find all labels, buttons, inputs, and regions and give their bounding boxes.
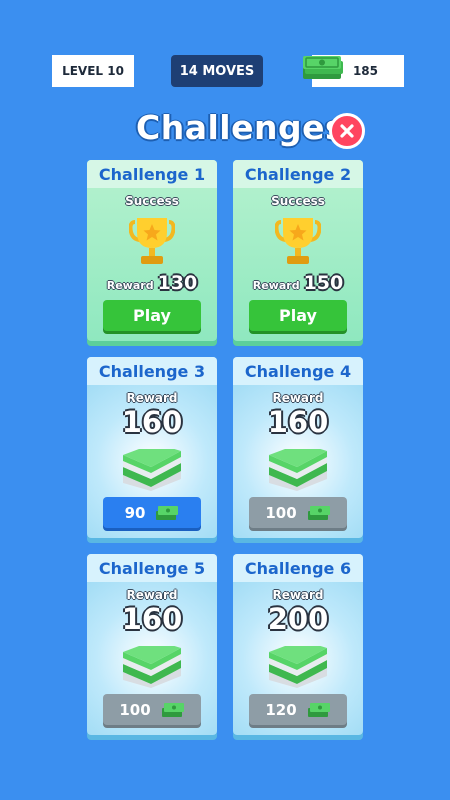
reward-row: Reward 130	[87, 272, 217, 294]
reward-label: Reward	[106, 279, 154, 292]
cash-stack-icon	[269, 449, 327, 491]
challenge-card-3: Challenge 3 Reward 160 90	[87, 357, 217, 538]
price-value: 100	[119, 700, 151, 719]
moves-label: 14 MOVES	[179, 63, 255, 79]
trophy-icon	[129, 218, 175, 264]
challenge-title: Challenge 3	[87, 357, 217, 385]
reward-row: Reward 150	[233, 272, 363, 294]
status-label: Success	[125, 194, 179, 208]
trophy-icon	[275, 218, 321, 264]
price-value: 90	[124, 503, 146, 522]
status-label: Success	[271, 194, 325, 208]
reward-label: Reward	[126, 588, 178, 602]
reward-label: Reward	[252, 279, 300, 292]
money-value: 185	[352, 64, 378, 78]
cash-stack-icon	[123, 449, 181, 491]
cash-stack-icon	[123, 646, 181, 688]
close-button[interactable]	[329, 113, 365, 149]
challenge-title: Challenge 2	[233, 160, 363, 188]
challenge-card-5: Challenge 5 Reward 160 100	[87, 554, 217, 735]
level-indicator: LEVEL 10	[52, 55, 134, 87]
challenge-card-4: Challenge 4 Reward 160 100	[233, 357, 363, 538]
unlock-button[interactable]: 100	[249, 497, 347, 528]
reward-value: 160	[121, 602, 183, 636]
cash-icon	[156, 505, 179, 520]
cash-icon	[303, 56, 343, 79]
challenge-title: Challenge 4	[233, 357, 363, 385]
page-title: Challenges	[136, 108, 346, 147]
challenge-card-2: Challenge 2 Success Reward 150 Play	[233, 160, 363, 341]
cash-icon	[307, 505, 330, 520]
cash-stack-icon	[269, 646, 327, 688]
moves-counter: 14 MOVES	[171, 55, 263, 87]
play-button[interactable]: Play	[249, 300, 347, 331]
close-icon	[340, 124, 354, 138]
reward-value: 150	[303, 272, 344, 294]
challenge-card-1: Challenge 1 Success Reward 130 Play	[87, 160, 217, 341]
challenge-title: Challenge 6	[233, 554, 363, 582]
play-button[interactable]: Play	[103, 300, 201, 331]
reward-label: Reward	[272, 588, 324, 602]
unlock-button[interactable]: 100	[103, 694, 201, 725]
challenge-title: Challenge 5	[87, 554, 217, 582]
price-value: 100	[265, 503, 297, 522]
reward-label: Reward	[272, 391, 324, 405]
cash-icon	[307, 702, 330, 717]
challenge-title: Challenge 1	[87, 160, 217, 188]
reward-value: 160	[267, 405, 329, 439]
reward-value: 160	[121, 405, 183, 439]
price-value: 120	[265, 700, 297, 719]
reward-label: Reward	[126, 391, 178, 405]
unlock-button[interactable]: 120	[249, 694, 347, 725]
unlock-button[interactable]: 90	[103, 497, 201, 528]
reward-value: 130	[157, 272, 198, 294]
challenge-card-6: Challenge 6 Reward 200 120	[233, 554, 363, 735]
reward-value: 200	[267, 602, 329, 636]
cash-icon	[161, 702, 184, 717]
level-label: LEVEL 10	[62, 64, 124, 78]
